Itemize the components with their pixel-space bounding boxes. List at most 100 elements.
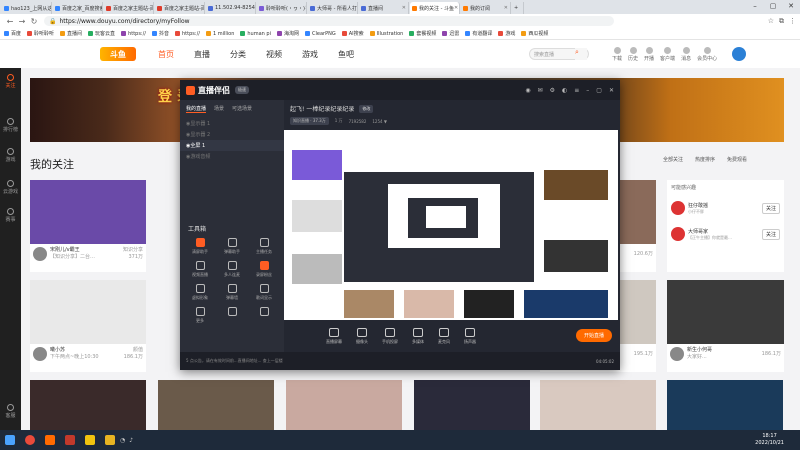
app-maximize-icon[interactable]: ▢: [596, 87, 602, 94]
stream-card[interactable]: [667, 380, 783, 430]
nav-item[interactable]: 首页: [158, 49, 174, 60]
app-menu-icon[interactable]: ≡: [574, 87, 579, 94]
app-minimize-icon[interactable]: –: [586, 87, 589, 94]
bookmark-item[interactable]: 玩客云直: [88, 30, 115, 37]
nav-item[interactable]: 视频: [266, 49, 282, 60]
app-icon[interactable]: [60, 430, 80, 450]
browser-tab[interactable]: 聆听聆听(・ヮ・)✕: [257, 2, 307, 14]
reload-icon[interactable]: ↻: [28, 17, 40, 26]
browser-tab[interactable]: 大师哥 - 所看人打✕: [308, 2, 358, 14]
nav-item[interactable]: 分类: [230, 49, 246, 60]
header-icon-item[interactable]: 会员中心: [697, 46, 717, 62]
sidebar-item[interactable]: 游戏: [0, 148, 21, 163]
source-button[interactable]: 多媒体: [412, 327, 424, 345]
browser-tab[interactable]: 百度之家_百度搜索✕: [53, 2, 103, 14]
browser-tab[interactable]: 百度之家主题站-百度✕: [155, 2, 205, 14]
scene-tab[interactable]: 我的直播: [186, 105, 207, 113]
tab-close-icon[interactable]: ✕: [402, 5, 406, 11]
volume-icon[interactable]: ♪: [129, 437, 133, 444]
tool-item[interactable]: 虚拟形象: [184, 284, 216, 301]
tool-item[interactable]: [248, 307, 280, 324]
browser-tab[interactable]: 直播间 ✕: [359, 2, 409, 14]
bookmark-item[interactable]: 聆听聆听: [27, 30, 54, 37]
source-button[interactable]: 直播屏幕: [326, 327, 342, 345]
address-bar[interactable]: 🔒 https://www.douyu.com/directory/myFoll…: [44, 16, 614, 26]
filter-option[interactable]: 全部关注: [663, 156, 683, 163]
message-icon[interactable]: ✉: [538, 87, 543, 94]
bookmark-item[interactable]: 迅雷: [442, 30, 459, 37]
bookmark-item[interactable]: Illustration: [369, 31, 403, 37]
chrome-icon[interactable]: [20, 430, 40, 450]
tool-item[interactable]: 弹幕墙: [216, 284, 248, 301]
source-button[interactable]: 摄像头: [356, 327, 368, 345]
tool-item[interactable]: 歌词显示: [248, 284, 280, 301]
browser-tab[interactable]: 我的关注 - 斗鱼 ✕: [410, 2, 460, 14]
filter-option[interactable]: 免费观看: [727, 156, 747, 163]
streamer-avatar[interactable]: [670, 347, 684, 361]
bookmark-item[interactable]: 百度: [4, 30, 21, 37]
source-button[interactable]: 手机投屏: [382, 327, 398, 345]
app-close-icon[interactable]: ✕: [609, 87, 614, 94]
browser-tab[interactable]: 百度之家主题站-百度✕: [104, 2, 154, 14]
filter-option[interactable]: 热度排序: [695, 156, 715, 163]
sidebar-item[interactable]: 云游戏: [0, 180, 21, 195]
nav-item[interactable]: 直播: [194, 49, 210, 60]
stream-card[interactable]: 新生小何哥 大家好... 186.1万: [667, 280, 784, 372]
bookmark-item[interactable]: https://: [121, 31, 146, 37]
sidebar-item[interactable]: 赛事: [0, 208, 21, 223]
stream-thumbnail[interactable]: [30, 180, 146, 244]
stream-thumbnail[interactable]: [667, 280, 784, 344]
app-icon[interactable]: [80, 430, 100, 450]
streamer-name[interactable]: 宋刚儿/v霸王: [50, 247, 95, 254]
bookmark-item[interactable]: 套餐视频: [409, 30, 436, 37]
tool-item[interactable]: 主播任务: [248, 238, 280, 255]
tab-close-icon[interactable]: ✕: [305, 5, 306, 11]
bookmark-item[interactable]: 1 million: [205, 31, 234, 37]
bookmark-item[interactable]: 海淘网: [276, 30, 299, 37]
browser-tab[interactable]: 我的订阅 ✕: [461, 2, 511, 14]
bookmark-item[interactable]: 游戏: [498, 30, 515, 37]
sidebar-item[interactable]: 排行榜: [0, 118, 21, 133]
bookmark-item[interactable]: ClearPNG: [305, 31, 336, 37]
bookmark-item[interactable]: 直播间: [60, 30, 82, 37]
bookmark-item[interactable]: https://: [175, 31, 200, 37]
nav-item[interactable]: 游戏: [302, 49, 318, 60]
taskbar-clock[interactable]: 18:17 2022/10/21: [755, 433, 800, 447]
tool-item[interactable]: 更多: [184, 307, 216, 324]
tab-close-icon[interactable]: ✕: [504, 5, 508, 11]
stream-card[interactable]: [30, 380, 146, 430]
tool-item[interactable]: 视频直播: [184, 261, 216, 278]
tool-item[interactable]: 弹幕助手: [216, 238, 248, 255]
room-edit-button[interactable]: 修改: [359, 104, 374, 113]
stream-card[interactable]: [414, 380, 530, 430]
bookmark-item[interactable]: human pi: [240, 31, 271, 37]
maximize-icon[interactable]: ▢: [764, 0, 782, 12]
streamer-avatar[interactable]: [33, 247, 47, 261]
browser-tab[interactable]: hao123_上网从这里开始✕: [2, 2, 52, 14]
scene-item[interactable]: ◉ 游戏音频: [180, 151, 284, 162]
new-tab-button[interactable]: +: [512, 2, 524, 14]
header-icon-item[interactable]: 开播: [644, 46, 654, 62]
extensions-icon[interactable]: ⧉: [779, 17, 784, 26]
folder-icon[interactable]: [100, 430, 120, 450]
streamer-name[interactable]: 曦小苏: [50, 347, 99, 354]
close-icon[interactable]: ✕: [782, 0, 800, 12]
star-icon[interactable]: ☆: [768, 17, 774, 26]
stream-card[interactable]: 曦小苏 下午两点~晚上10:30 颜值 186.1万: [30, 280, 146, 372]
nav-item[interactable]: 鱼吧: [338, 49, 354, 60]
recommend-avatar[interactable]: [671, 201, 685, 215]
sidebar-item[interactable]: 客服: [0, 404, 21, 419]
scene-item[interactable]: ◉ 显示器 1: [180, 118, 284, 129]
network-icon[interactable]: ◔: [120, 437, 125, 444]
sidebar-item[interactable]: 关注: [0, 74, 21, 89]
tool-item[interactable]: 清屏助手: [184, 238, 216, 255]
bookmark-item[interactable]: 有道翻译: [465, 30, 492, 37]
browser-tab[interactable]: 11.502.94-8254.75✕: [206, 2, 256, 14]
search-icon[interactable]: ⌕: [575, 48, 587, 60]
follow-button[interactable]: 关注: [761, 228, 780, 240]
app-avatar-icon[interactable]: ◉: [525, 87, 530, 94]
menu-icon[interactable]: ⋮: [789, 17, 796, 26]
site-logo[interactable]: 斗鱼: [100, 47, 136, 61]
stream-card[interactable]: [540, 380, 656, 430]
source-button[interactable]: 扬声器: [464, 327, 476, 345]
